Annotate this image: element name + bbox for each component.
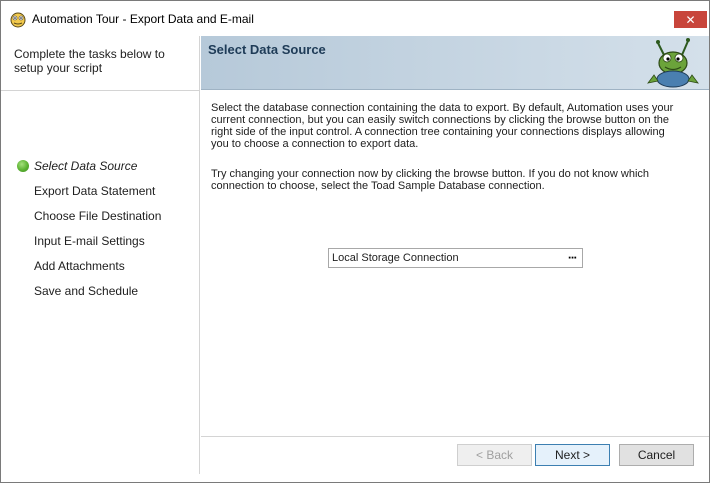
step-label: Save and Schedule [34,284,139,298]
back-button[interactable]: < Back [457,444,532,466]
step-select-data-source[interactable]: Select Data Source [1,158,200,178]
step-choose-file-destination[interactable]: Choose File Destination [1,208,200,228]
sidebar-intro: Complete the tasks below to setup your s… [14,47,165,75]
instructions-paragraph: Select the database connection containin… [211,102,674,150]
step-label: Add Attachments [34,259,125,273]
step-input-email-settings[interactable]: Input E-mail Settings [1,233,200,253]
close-button[interactable]: ✕ [674,11,707,28]
step-save-and-schedule[interactable]: Save and Schedule [1,283,200,303]
window-title: Automation Tour - Export Data and E-mail [32,12,254,26]
title-bar[interactable]: Automation Tour - Export Data and E-mail… [1,1,709,36]
footer-divider [201,436,709,437]
toad-app-icon [9,10,27,28]
connection-input[interactable]: Local Storage Connection ··· [328,248,583,268]
page-header: Select Data Source [201,36,709,90]
step-label: Input E-mail Settings [34,234,145,248]
content-area: Select the database connection containin… [201,91,709,436]
cancel-button[interactable]: Cancel [619,444,694,466]
close-icon: ✕ [685,12,696,27]
sidebar-divider [1,90,200,91]
hint-paragraph: Try changing your connection now by clic… [211,168,650,192]
step-add-attachments[interactable]: Add Attachments [1,258,200,278]
connection-value: Local Storage Connection [332,252,459,264]
step-label: Choose File Destination [34,209,162,223]
step-label: Select Data Source [34,159,138,173]
browse-button[interactable]: ··· [564,251,580,265]
active-step-indicator-icon [17,160,29,172]
wizard-window: Automation Tour - Export Data and E-mail… [0,0,710,483]
toad-mascot-icon [644,37,700,89]
wizard-sidebar: Complete the tasks below to setup your s… [1,36,200,474]
step-export-data-statement[interactable]: Export Data Statement [1,183,200,203]
next-button[interactable]: Next > [535,444,610,466]
page-title: Select Data Source [208,42,326,57]
step-label: Export Data Statement [34,184,156,198]
